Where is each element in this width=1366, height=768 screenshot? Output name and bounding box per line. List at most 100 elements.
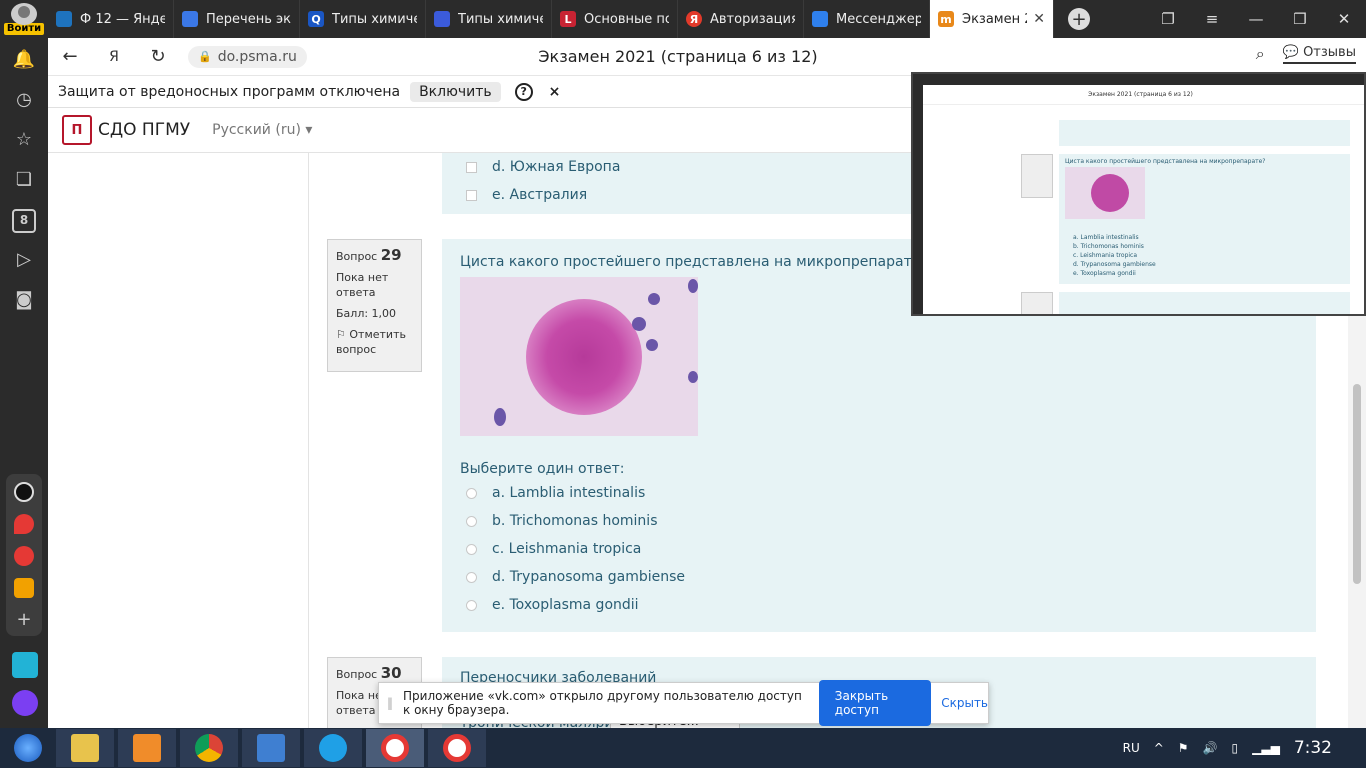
tab-favicon-icon: Q	[308, 11, 324, 27]
taskbar-yandex-browser[interactable]	[366, 729, 424, 767]
radio-button[interactable]	[466, 515, 477, 527]
menu-icon[interactable]: ≡	[1190, 10, 1234, 28]
preview-tab-bar	[913, 74, 1364, 85]
q29-option-a[interactable]: a. Lamblia intestinalis	[466, 485, 645, 501]
answer-prompt: Выберите один ответ:	[460, 461, 625, 477]
preview-option: a. Lamblia intestinalis	[1073, 234, 1139, 241]
radio-button[interactable]	[466, 599, 477, 611]
question-status: Пока нет ответа	[336, 271, 389, 299]
minimize-icon[interactable]: —	[1234, 10, 1278, 28]
preview-info	[1021, 292, 1053, 314]
history-icon[interactable]: ◷	[12, 88, 36, 112]
preview-box	[1059, 292, 1350, 314]
checkbox[interactable]	[466, 189, 477, 201]
radio-button[interactable]	[466, 487, 477, 499]
flag-icon[interactable]: ⚑	[1178, 741, 1189, 755]
app-icon	[257, 734, 285, 762]
taskbar-skype[interactable]	[304, 729, 362, 767]
yandex-browser-icon	[443, 734, 471, 762]
tab-active-exam[interactable]: mЭкзамен 2021✕	[930, 0, 1054, 38]
hide-notification-button[interactable]: Скрыть	[941, 696, 988, 710]
bookmarks-icon[interactable]: ❐	[1146, 10, 1190, 28]
tab-favicon-icon: m	[938, 11, 954, 27]
tab-7[interactable]: Мессенджер	[804, 0, 930, 38]
camera-icon[interactable]: ◙	[12, 288, 36, 312]
radio-button[interactable]	[466, 571, 477, 583]
maximize-icon[interactable]: ❒	[1278, 10, 1322, 28]
bell-icon[interactable]: 🔔	[12, 48, 36, 72]
star-icon[interactable]: ☆	[12, 128, 36, 152]
close-access-button[interactable]: Закрыть доступ	[818, 680, 932, 726]
enable-protection-button[interactable]: Включить	[410, 81, 501, 102]
tab-favicon-icon	[56, 11, 72, 27]
maps-icon[interactable]	[14, 514, 34, 534]
site-name[interactable]: СДО ПГМУ	[98, 120, 190, 140]
yandex-browser-icon	[381, 734, 409, 762]
profile-button[interactable]: Войти	[0, 0, 48, 38]
cell-dot	[646, 339, 658, 351]
chevron-up-icon[interactable]: ^	[1154, 741, 1164, 755]
tab-3[interactable]: QТипы химических	[300, 0, 426, 38]
preview-cyst	[1091, 174, 1129, 212]
taskbar-media-player[interactable]	[118, 729, 176, 767]
close-protection-bar-icon[interactable]: ×	[549, 84, 561, 100]
browser-sidebar: 🔔 ◷ ☆ ❏ 8 ▷ ◙ +	[0, 38, 48, 728]
taskbar-yandex-browser-2[interactable]	[428, 729, 486, 767]
q28-option-d[interactable]: d. Южная Европа	[466, 159, 620, 175]
reviews-button[interactable]: 💬 Отзывы	[1282, 45, 1356, 64]
screen-share-preview[interactable]: Экзамен 2021 (страница 6 из 12) Циста ка…	[911, 72, 1366, 316]
site-logo[interactable]: П	[62, 115, 92, 145]
scrollbar-thumb[interactable]	[1353, 384, 1361, 584]
q29-option-e[interactable]: e. Toxoplasma gondii	[466, 597, 639, 613]
flag-question-button[interactable]: ⚐ Отметить вопрос	[336, 327, 413, 357]
drag-handle-icon[interactable]: ‖	[387, 696, 393, 710]
tab-5[interactable]: LОсновные понятия	[552, 0, 678, 38]
input-language[interactable]: RU	[1123, 741, 1140, 755]
help-icon[interactable]: ?	[514, 82, 533, 101]
app-icon[interactable]	[14, 482, 34, 502]
counter-icon[interactable]: 8	[12, 209, 36, 233]
alice-icon[interactable]	[12, 690, 38, 716]
battery-icon[interactable]: ▯	[1232, 741, 1239, 755]
preview-option: e. Toxoplasma gondii	[1073, 270, 1136, 277]
volume-icon[interactable]: 🔊	[1203, 741, 1218, 755]
cell-dot	[648, 293, 660, 305]
checkbox[interactable]	[466, 161, 477, 173]
radio-button[interactable]	[466, 543, 477, 555]
q29-option-d[interactable]: d. Trypanosoma gambiense	[466, 569, 685, 585]
preview-option: b. Trichomonas hominis	[1073, 243, 1144, 250]
collections-icon[interactable]: ❏	[12, 168, 36, 192]
close-window-icon[interactable]: ✕	[1322, 10, 1366, 28]
close-tab-icon[interactable]: ✕	[1033, 11, 1045, 27]
play-icon[interactable]: ▷	[12, 248, 36, 272]
tab-6[interactable]: Я Авторизация	[678, 0, 804, 38]
browser-tab-bar: Войти Ф 12 — Яндекс Перечень экзаменацио…	[0, 0, 1366, 38]
add-app-icon[interactable]: +	[14, 610, 34, 630]
taskbar-chrome[interactable]	[180, 729, 238, 767]
folder-icon	[71, 734, 99, 762]
new-tab-button[interactable]: +	[1068, 8, 1090, 30]
translate-icon[interactable]	[14, 546, 34, 566]
tab-1[interactable]: Ф 12 — Яндекс	[48, 0, 174, 38]
search-icon[interactable]: ⌕	[1256, 44, 1265, 64]
language-selector[interactable]: Русский (ru) ▾	[212, 122, 312, 138]
taskbar-explorer[interactable]	[56, 729, 114, 767]
start-button[interactable]	[0, 728, 56, 768]
q28-option-e[interactable]: e. Австралия	[466, 187, 587, 203]
system-tray: RU ^ ⚑ 🔊 ▯ ▁▃▅ 7:32	[1123, 728, 1366, 768]
clock[interactable]: 7:32	[1294, 738, 1332, 758]
tab-2[interactable]: Перечень экзаменационных	[174, 0, 300, 38]
tab-favicon-icon: Я	[686, 11, 702, 27]
messenger-icon[interactable]	[12, 652, 38, 678]
q29-option-c[interactable]: c. Leishmania tropica	[466, 541, 641, 557]
preview-option: c. Leishmania tropica	[1073, 252, 1138, 259]
taskbar-app[interactable]	[242, 729, 300, 767]
protection-message: Защита от вредоносных программ отключена	[58, 83, 401, 100]
cell-dot	[688, 279, 698, 293]
tab-4[interactable]: Типы химических	[426, 0, 552, 38]
signal-icon[interactable]: ▁▃▅	[1252, 741, 1280, 755]
mail-icon[interactable]	[14, 578, 34, 598]
q29-option-b[interactable]: b. Trichomonas hominis	[466, 513, 657, 529]
tab-favicon-icon	[182, 11, 198, 27]
preview-sidebar	[913, 85, 923, 314]
